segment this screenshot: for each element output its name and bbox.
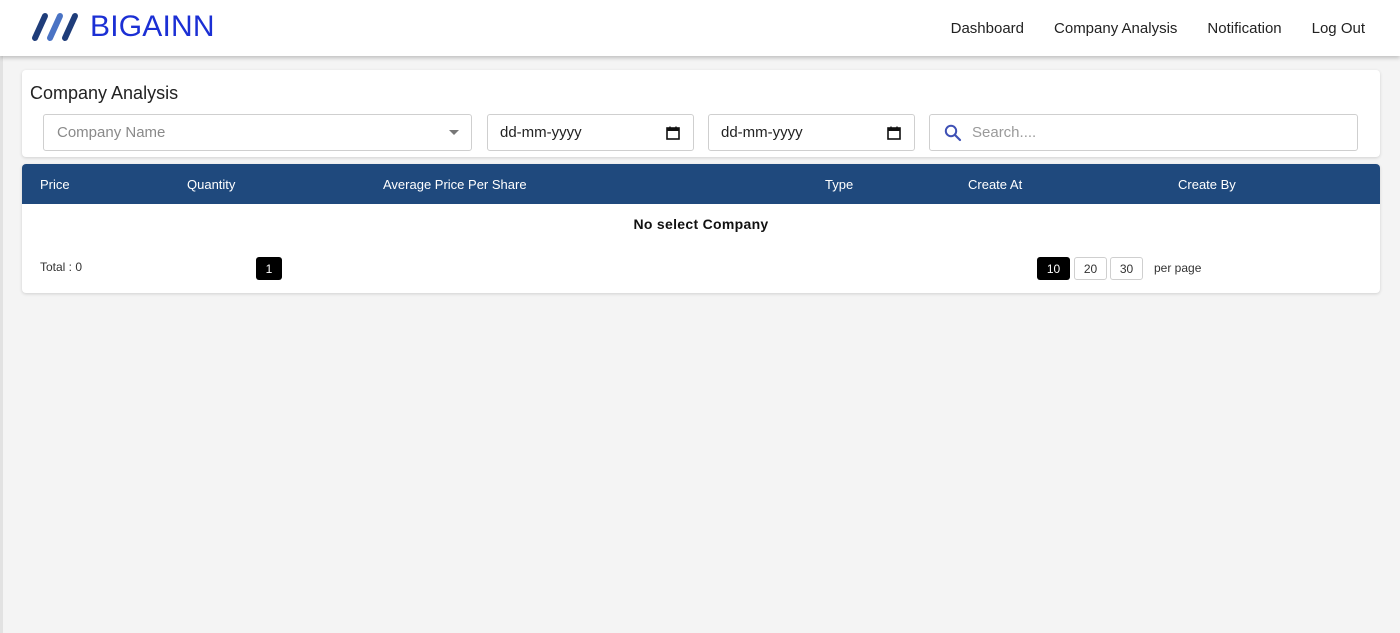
column-header-quantity[interactable]: Quantity <box>187 177 235 192</box>
date-to-input[interactable]: dd-mm-yyyy <box>708 114 915 151</box>
pagination-page-button[interactable]: 1 <box>256 257 282 280</box>
column-header-average-price[interactable]: Average Price Per Share <box>383 177 527 192</box>
column-header-price[interactable]: Price <box>40 177 70 192</box>
nav-company-analysis[interactable]: Company Analysis <box>1054 20 1177 37</box>
window-left-edge <box>0 0 3 633</box>
calendar-icon[interactable] <box>666 126 680 140</box>
main-nav: Dashboard Company Analysis Notification … <box>951 0 1365 56</box>
table-header: Price Quantity Average Price Per Share T… <box>22 164 1380 204</box>
nav-logout[interactable]: Log Out <box>1312 20 1365 37</box>
page-size-20-button[interactable]: 20 <box>1074 257 1107 280</box>
brand-name: BIGAINN <box>90 10 215 43</box>
per-page-label: per page <box>1154 261 1202 275</box>
page-title: Company Analysis <box>30 83 179 103</box>
date-from-input[interactable]: dd-mm-yyyy <box>487 114 694 151</box>
nav-notification[interactable]: Notification <box>1207 20 1281 37</box>
total-count: Total : 0 <box>40 260 83 274</box>
page-size-10-button[interactable]: 10 <box>1037 257 1070 280</box>
brand-logo[interactable]: BIGAINN <box>30 10 215 44</box>
top-navbar: BIGAINN Dashboard Company Analysis Notif… <box>0 0 1400 56</box>
column-header-create-by[interactable]: Create By <box>1178 177 1236 192</box>
date-from-value: dd-mm-yyyy <box>500 124 582 141</box>
brand-stripes-icon <box>32 13 78 41</box>
empty-table-message: No select Company <box>633 216 769 232</box>
calendar-icon[interactable] <box>887 126 901 140</box>
company-name-placeholder: Company Name <box>57 124 166 141</box>
page-size-30-button[interactable]: 30 <box>1110 257 1143 280</box>
search-box[interactable] <box>929 114 1358 151</box>
nav-dashboard[interactable]: Dashboard <box>951 20 1024 37</box>
search-icon <box>944 124 962 142</box>
filter-card: Company Analysis Company Name dd-mm-yyyy… <box>22 70 1380 157</box>
chevron-down-icon <box>449 130 459 135</box>
company-name-select[interactable]: Company Name <box>43 114 472 151</box>
search-input[interactable] <box>972 124 1342 141</box>
column-header-type[interactable]: Type <box>825 177 853 192</box>
results-table-card: Price Quantity Average Price Per Share T… <box>22 164 1380 293</box>
column-header-create-at[interactable]: Create At <box>968 177 1022 192</box>
date-to-value: dd-mm-yyyy <box>721 124 803 141</box>
